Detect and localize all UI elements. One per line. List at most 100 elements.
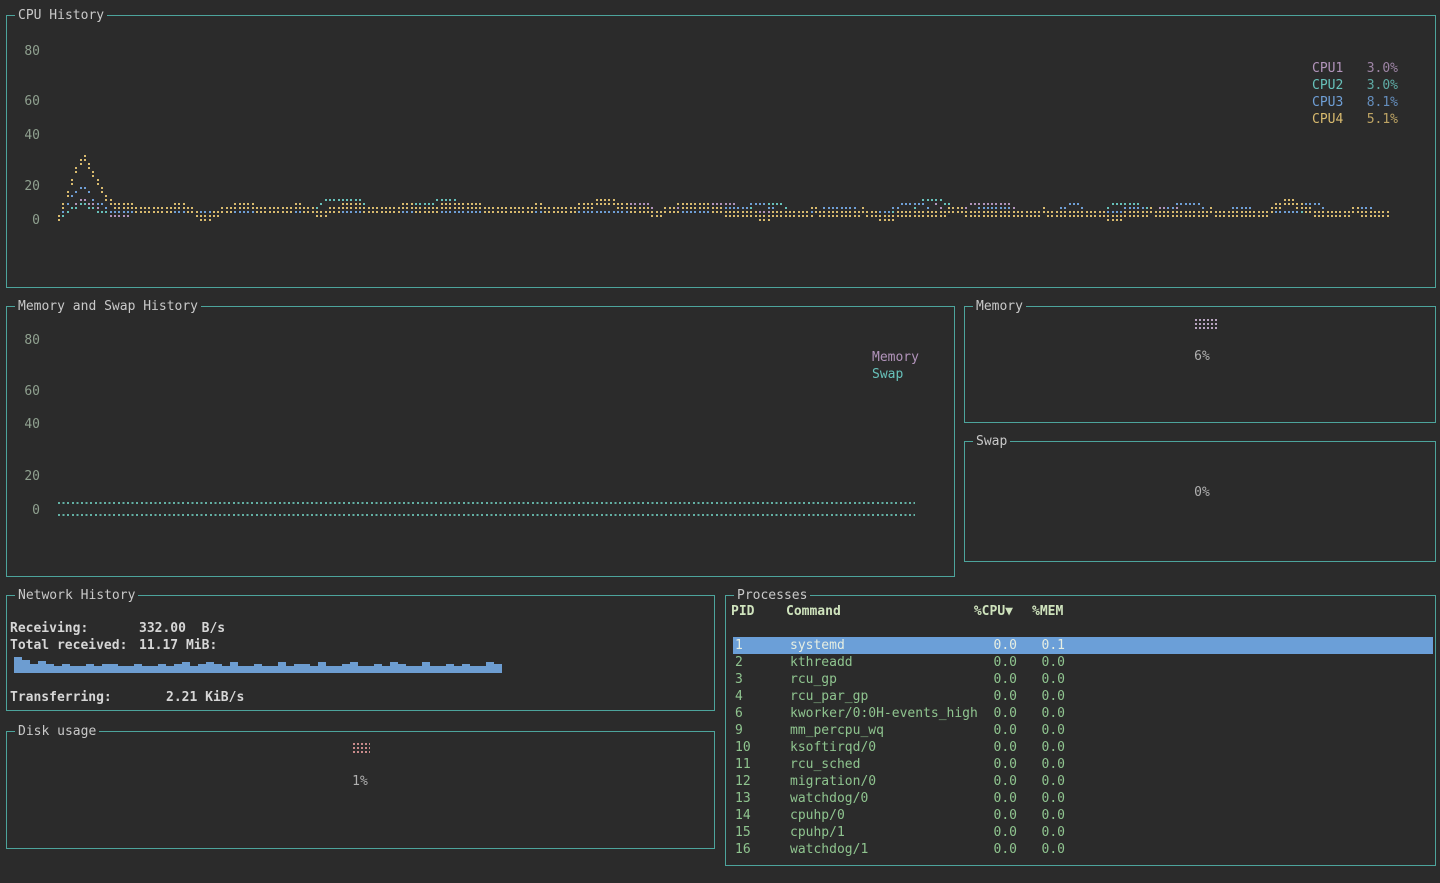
process-row[interactable]: 16watchdog/10.00.0 [733, 841, 1433, 858]
process-mem: 0.1 [1036, 637, 1065, 654]
process-mem: 0.0 [1036, 688, 1065, 705]
process-row[interactable]: 10ksoftirqd/00.00.0 [733, 739, 1433, 756]
transferring-label: Transferring: [10, 689, 166, 706]
cpu-history-panel: CPU History CPU13.0%CPU23.0%CPU38.1%CPU4… [6, 15, 1436, 288]
cpu-legend-value: 5.1% [1352, 111, 1398, 128]
process-command: ksoftirqd/0 [790, 739, 977, 756]
swap-panel: Swap 0% [964, 441, 1436, 562]
y-axis-tick-label: 40 [10, 127, 40, 144]
y-axis-tick-label: 40 [10, 416, 40, 433]
process-row[interactable]: 3rcu_gp0.00.0 [733, 671, 1433, 688]
process-mem: 0.0 [1036, 773, 1065, 790]
process-pid: 15 [735, 824, 790, 841]
cpu-legend-item: CPU38.1% [1312, 94, 1398, 111]
y-axis-tick-label: 60 [10, 93, 40, 110]
cpu-legend-label: CPU3 [1312, 94, 1352, 111]
network-transferring-line: Transferring:2.21 KiB/s [10, 689, 244, 706]
swap-percent: 0% [1172, 484, 1232, 501]
processes-panel: Processes PIDCommand%CPU▼%MEM1systemd0.0… [725, 595, 1436, 866]
cpu-history-chart [7, 16, 1435, 287]
process-command: rcu_sched [790, 756, 977, 773]
process-cpu: 0.0 [977, 705, 1017, 722]
transferring-value: 2.21 KiB/s [166, 690, 244, 705]
y-axis-tick-label: 80 [10, 43, 40, 60]
col-cpu[interactable]: %CPU▼ [973, 603, 1013, 620]
cpu-series-cpu4 [58, 156, 1389, 216]
disk-percent: 1% [330, 773, 390, 790]
process-table-header: PIDCommand%CPU▼ %MEM [729, 603, 1433, 620]
process-pid: 1 [735, 637, 790, 654]
process-command: rcu_par_gp [790, 688, 977, 705]
process-row[interactable]: 9mm_percpu_wq0.00.0 [733, 722, 1433, 739]
process-pid: 9 [735, 722, 790, 739]
process-cpu: 0.0 [977, 773, 1017, 790]
cpu-legend-label: CPU4 [1312, 111, 1352, 128]
process-command: watchdog/0 [790, 790, 977, 807]
network-history-panel: Network History Receiving:332.00 B/s Tot… [6, 595, 715, 711]
cpu-legend-label: CPU2 [1312, 77, 1352, 94]
process-pid: 13 [735, 790, 790, 807]
y-axis-tick-label: 80 [10, 332, 40, 349]
y-axis-tick-label: 0 [10, 212, 40, 229]
memswap-legend-label: Swap [872, 366, 919, 383]
cpu-legend-label: CPU1 [1312, 60, 1352, 77]
process-command: cpuhp/1 [790, 824, 977, 841]
process-command: watchdog/1 [790, 841, 977, 858]
y-axis-tick-label: 20 [10, 178, 40, 195]
process-mem: 0.0 [1036, 654, 1065, 671]
memswap-legend-label: Memory [872, 349, 919, 366]
cpu-legend: CPU13.0%CPU23.0%CPU38.1%CPU45.1% [1312, 60, 1398, 128]
process-mem: 0.0 [1036, 790, 1065, 807]
process-pid: 10 [735, 739, 790, 756]
process-row-selected[interactable]: 1systemd0.00.1 [733, 637, 1433, 654]
process-row[interactable]: 11rcu_sched0.00.0 [733, 756, 1433, 773]
y-axis-tick-label: 60 [10, 383, 40, 400]
memory-title: Memory [973, 298, 1026, 315]
process-cpu: 0.0 [977, 807, 1017, 824]
process-mem: 0.0 [1036, 824, 1065, 841]
memory-percent: 6% [1172, 348, 1232, 365]
disk-usage-panel: Disk usage 1% [6, 731, 715, 849]
process-mem: 0.0 [1036, 705, 1065, 722]
process-mem: 0.0 [1036, 807, 1065, 824]
process-pid: 2 [735, 654, 790, 671]
memory-donut-gauge [1193, 317, 1219, 330]
process-row[interactable]: 13watchdog/00.00.0 [733, 790, 1433, 807]
process-pid: 6 [735, 705, 790, 722]
process-command: kworker/0:0H-events_high [790, 705, 977, 722]
col-command[interactable]: Command [786, 603, 973, 620]
col-pid[interactable]: PID [731, 603, 786, 620]
process-cpu: 0.0 [977, 824, 1017, 841]
process-pid: 12 [735, 773, 790, 790]
process-pid: 3 [735, 671, 790, 688]
cpu-legend-item: CPU45.1% [1312, 111, 1398, 128]
process-row[interactable]: 2kthreadd0.00.0 [733, 654, 1433, 671]
disk-usage-title: Disk usage [15, 723, 99, 740]
process-cpu: 0.0 [977, 722, 1017, 739]
process-cpu: 0.0 [977, 739, 1017, 756]
process-cpu: 0.0 [977, 671, 1017, 688]
process-mem: 0.0 [1036, 722, 1065, 739]
process-row[interactable]: 6kworker/0:0H-events_high0.00.0 [733, 705, 1433, 722]
process-mem: 0.0 [1036, 739, 1065, 756]
cpu-legend-item: CPU23.0% [1312, 77, 1398, 94]
process-row[interactable]: 14cpuhp/00.00.0 [733, 807, 1433, 824]
process-row[interactable]: 12migration/00.00.0 [733, 773, 1433, 790]
process-command: kthreadd [790, 654, 977, 671]
process-mem: 0.0 [1036, 841, 1065, 858]
process-cpu: 0.0 [977, 688, 1017, 705]
process-cpu: 0.0 [977, 790, 1017, 807]
process-table: PIDCommand%CPU▼%MEM1systemd0.00.12kthrea… [726, 596, 1435, 858]
process-command: rcu_gp [790, 671, 977, 688]
col-mem[interactable]: %MEM [1032, 603, 1061, 620]
cpu-legend-value: 8.1% [1352, 94, 1398, 111]
process-pid: 14 [735, 807, 790, 824]
process-row[interactable]: 15cpuhp/10.00.0 [733, 824, 1433, 841]
memory-swap-history-panel: Memory and Swap History MemorySwap 80604… [6, 306, 955, 577]
process-cpu: 0.0 [977, 756, 1017, 773]
memory-swap-history-chart [7, 307, 954, 576]
process-command: migration/0 [790, 773, 977, 790]
process-row[interactable]: 4rcu_par_gp0.00.0 [733, 688, 1433, 705]
cpu-legend-value: 3.0% [1352, 60, 1398, 77]
process-cpu: 0.0 [977, 637, 1017, 654]
